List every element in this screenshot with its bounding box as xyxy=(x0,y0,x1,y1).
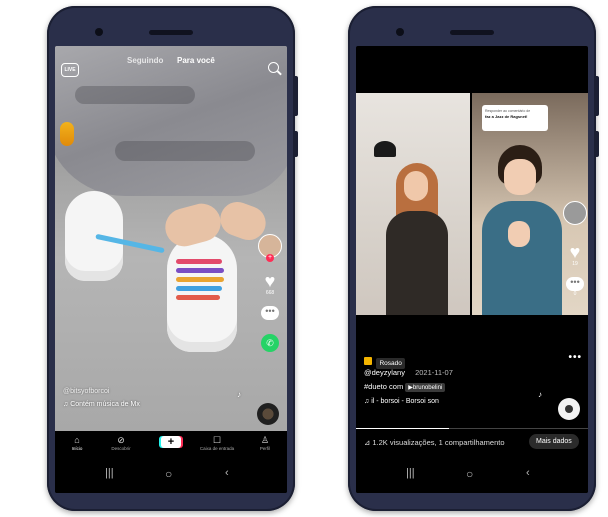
face-photo xyxy=(504,159,536,195)
compass-icon: ⊘ xyxy=(117,435,125,445)
right-phone: Responder ao comentário de faz a Jazz de… xyxy=(348,6,599,511)
video-feed[interactable]: LIVE Seguindo Para você + ♥ 668 ••• ✆ @b… xyxy=(55,46,287,431)
back-icon[interactable]: ‹ xyxy=(526,467,530,479)
music-info[interactable]: ♫ il - borsoi - Borsoi son xyxy=(364,398,439,405)
left-phone: LIVE Seguindo Para você + ♥ 668 ••• ✆ @b… xyxy=(47,6,298,511)
home-circle-icon[interactable]: ○ xyxy=(466,467,473,481)
home-icon: ⌂ xyxy=(74,435,80,445)
create-button[interactable]: + xyxy=(161,436,181,448)
caption: #dueto com ▶brunobelini xyxy=(364,382,446,392)
username[interactable]: @bitsyofborcoi xyxy=(63,388,109,395)
lace xyxy=(176,295,220,300)
volume-button xyxy=(295,76,298,116)
nav-home[interactable]: ⌂ Início xyxy=(57,434,97,451)
hands-photo xyxy=(508,221,530,247)
jacket-photo xyxy=(386,211,448,315)
person-icon: ♙ xyxy=(260,435,270,445)
music-note-icon: ♪ xyxy=(538,390,542,399)
search-icon[interactable] xyxy=(268,62,279,73)
reply-comment-card[interactable]: Responder ao comentário de faz a Jazz de… xyxy=(482,105,548,131)
side-actions: ♥ 19 ••• 0 xyxy=(562,201,588,297)
nav-profile[interactable]: ♙ Perfil xyxy=(245,434,285,451)
volume-button xyxy=(596,76,599,116)
creator-avatar[interactable]: + xyxy=(258,234,282,262)
progress-bar[interactable] xyxy=(356,428,588,429)
back-icon[interactable]: ‹ xyxy=(225,467,229,479)
music-title: il - borsoi - Borsoi son xyxy=(371,398,439,405)
power-button xyxy=(295,131,298,157)
nav-create[interactable]: + xyxy=(151,436,191,448)
right-screen: Responder ao comentário de faz a Jazz de… xyxy=(356,46,588,493)
jeans-fold xyxy=(75,86,195,104)
recents-icon[interactable]: ||| xyxy=(406,467,415,479)
music-disc-icon[interactable] xyxy=(558,398,580,420)
system-nav: ||| ○ ‹ xyxy=(356,459,588,493)
progress-fill xyxy=(356,428,449,429)
comment-icon[interactable]: ••• xyxy=(261,306,279,320)
camera xyxy=(95,28,103,36)
lamp-photo xyxy=(374,141,396,157)
reply-comment-title: Responder ao comentário de xyxy=(485,109,531,113)
home-circle-icon[interactable]: ○ xyxy=(165,467,172,481)
music-disc-icon[interactable] xyxy=(257,403,279,425)
music-note-icon: ♪ xyxy=(237,390,241,399)
music-info[interactable]: ♫ Contém música de Mx xyxy=(63,401,140,408)
speaker xyxy=(450,30,494,35)
lace xyxy=(176,277,224,282)
lace xyxy=(176,268,224,273)
shoe-right xyxy=(167,234,237,352)
more-data-button[interactable]: Mais dados xyxy=(529,434,579,449)
face-photo xyxy=(404,171,428,201)
coin-icon[interactable] xyxy=(60,122,74,146)
heart-icon[interactable]: ♥ xyxy=(562,243,588,261)
shoe-left xyxy=(65,191,123,281)
nav-discover[interactable]: ⊘ Descobrir xyxy=(101,434,141,451)
badge-icon xyxy=(364,356,372,365)
recents-icon[interactable]: ||| xyxy=(105,467,114,479)
power-button xyxy=(596,131,599,157)
follow-icon[interactable]: + xyxy=(266,254,274,262)
speaker xyxy=(149,30,193,35)
inbox-icon: ☐ xyxy=(212,435,222,445)
post-date: 2021-11-07 xyxy=(415,368,453,377)
music-title: Contém música de Mx xyxy=(70,401,140,408)
nav-inbox-label: Caixa de entrada xyxy=(199,446,235,451)
nav-discover-label: Descobrir xyxy=(111,446,131,451)
tab-for-you[interactable]: Para você xyxy=(177,56,215,65)
bottom-nav: ⌂ Início ⊘ Descobrir + ☐ Caixa de entrad… xyxy=(55,431,287,459)
side-actions: + ♥ 668 ••• ✆ xyxy=(257,234,283,352)
system-nav: ||| ○ ‹ xyxy=(55,459,287,493)
top-nav: LIVE Seguindo Para você xyxy=(55,56,287,77)
more-options-icon[interactable]: ••• xyxy=(568,352,582,363)
lace xyxy=(176,286,222,291)
whatsapp-share-icon[interactable]: ✆ xyxy=(261,334,279,352)
reply-comment-text: faz a Jazz de Ragsnet! xyxy=(485,114,528,119)
heart-icon[interactable]: ♥ xyxy=(257,272,283,290)
shirt-photo xyxy=(482,201,562,315)
jeans-fold xyxy=(115,141,255,161)
left-screen: LIVE Seguindo Para você + ♥ 668 ••• ✆ @b… xyxy=(55,46,287,493)
nav-home-label: Início xyxy=(71,446,83,451)
duet-partner-chip[interactable]: ▶brunobelini xyxy=(405,383,446,392)
stats-row: ⊿ 1.2K visualizações, 1 compartilhamento xyxy=(364,438,505,447)
caption-hashtag[interactable]: #dueto com xyxy=(364,382,403,391)
comment-count: 0 xyxy=(573,291,577,297)
tab-following[interactable]: Seguindo xyxy=(127,56,163,65)
duet-left-video[interactable] xyxy=(356,93,470,315)
creator-avatar[interactable] xyxy=(563,201,587,225)
nav-inbox[interactable]: ☐ Caixa de entrada xyxy=(197,434,237,451)
camera xyxy=(396,28,404,36)
author-row: @deyzylany 2021-11-07 xyxy=(364,368,453,377)
username[interactable]: @deyzylany xyxy=(364,368,405,377)
nav-profile-label: Perfil xyxy=(259,446,271,451)
live-icon[interactable]: LIVE xyxy=(61,63,79,77)
lace xyxy=(176,259,222,264)
comment-icon[interactable]: ••• xyxy=(566,277,584,291)
stats-text: 1.2K visualizações, 1 compartilhamento xyxy=(372,438,505,447)
